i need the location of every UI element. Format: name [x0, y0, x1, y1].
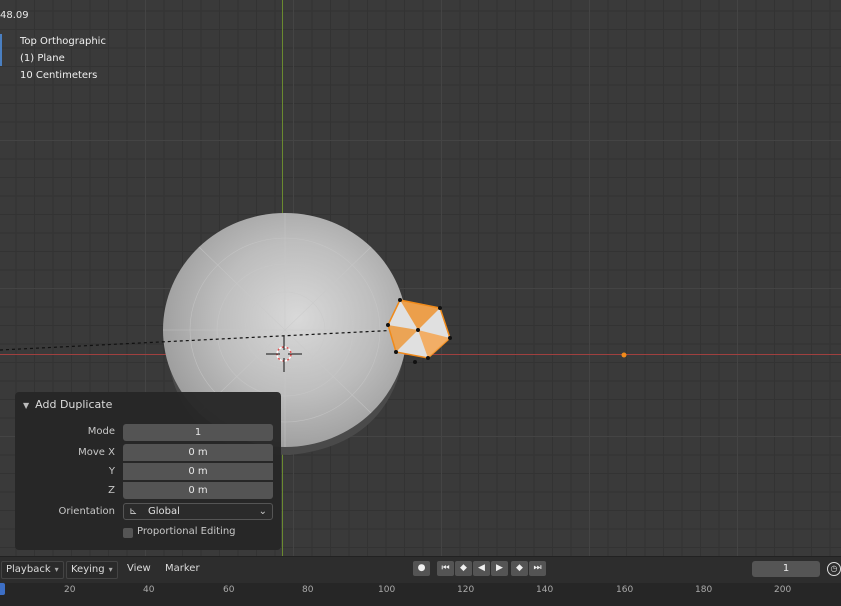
keying-menu[interactable]: Keying ▾ — [66, 561, 118, 579]
play-reverse-icon[interactable]: ◀ — [473, 561, 490, 576]
redo-last-panel: ▼ Add Duplicate Mode 1 Move X 0 m Y 0 m Z… — [15, 392, 281, 550]
object-name-label: (1) Plane — [20, 53, 65, 64]
info-accent-bar — [0, 34, 2, 66]
ruler-tick-label: 140 — [536, 585, 554, 595]
ruler-tick-label: 100 — [378, 585, 396, 595]
marker-menu[interactable]: Marker — [161, 561, 204, 577]
jump-to-start-icon[interactable]: ⏮ — [437, 561, 454, 576]
ruler-tick-label: 40 — [143, 585, 155, 595]
chevron-down-icon: ⌄ — [258, 506, 267, 517]
ruler-tick-label: 200 — [774, 585, 792, 595]
jump-to-end-icon[interactable]: ⏭ — [529, 561, 546, 576]
jump-to-next-keyframe-icon[interactable]: ◆ — [511, 561, 528, 576]
keying-menu-label: Keying — [71, 564, 105, 575]
object-origin-dot — [621, 352, 627, 358]
move-x-label: Move X — [78, 447, 115, 458]
timeline-header: Playback ▾ Keying ▾ View Marker ● ⏮ ◆ ◀ ▶ … — [0, 556, 841, 583]
play-icon[interactable]: ▶ — [491, 561, 508, 576]
jump-to-prev-keyframe-icon[interactable]: ◆ — [455, 561, 472, 576]
ruler-tick-label: 120 — [457, 585, 475, 595]
current-frame-field[interactable]: 1 — [752, 561, 820, 577]
orientation-label: Orientation — [58, 506, 115, 517]
move-x-field[interactable]: 0 m — [123, 444, 273, 461]
panel-header[interactable]: ▼ Add Duplicate — [23, 398, 112, 411]
orientation-value: Global — [148, 506, 180, 517]
mode-field[interactable]: 1 — [123, 424, 273, 441]
ruler-tick-label: 60 — [223, 585, 235, 595]
ruler-tick-label: 160 — [616, 585, 634, 595]
mode-label: Mode — [87, 426, 115, 437]
move-y-label: Y — [108, 466, 115, 477]
scale-label: 10 Centimeters — [20, 70, 98, 81]
ruler-tick-label: 180 — [695, 585, 713, 595]
proportional-editing-checkbox[interactable] — [123, 528, 133, 538]
playback-menu-label: Playback — [6, 564, 51, 575]
playback-menu[interactable]: Playback ▾ — [1, 561, 64, 579]
orientation-dropdown[interactable]: ⊾ Global ⌄ — [123, 503, 273, 520]
view-menu[interactable]: View — [123, 561, 155, 577]
3d-viewport[interactable]: 48.09 Top Orthographic (1) Plane 10 Cent… — [0, 0, 841, 556]
ruler-tick-label: 20 — [64, 585, 76, 595]
ruler-tick-label: 80 — [302, 585, 314, 595]
chevron-down-icon: ▾ — [108, 565, 113, 574]
move-y-field[interactable]: 0 m — [123, 463, 273, 480]
move-z-label: Z — [108, 485, 115, 496]
chevron-down-icon: ▾ — [54, 565, 59, 574]
panel-title-text: Add Duplicate — [35, 398, 113, 411]
collapse-triangle-icon[interactable]: ▼ — [23, 401, 29, 410]
orientation-axes-icon: ⊾ — [129, 506, 138, 517]
top-number-readout: 48.09 — [0, 10, 29, 21]
move-z-field[interactable]: 0 m — [123, 482, 273, 499]
clock-icon[interactable]: ◷ — [827, 562, 841, 576]
playhead-marker[interactable] — [0, 583, 5, 595]
timeline-ruler[interactable]: 20 40 60 80 100 120 140 160 180 200 — [0, 583, 841, 606]
view-name-label: Top Orthographic — [20, 36, 106, 47]
auto-keying-record-button[interactable]: ● — [413, 561, 430, 576]
proportional-editing-label[interactable]: Proportional Editing — [137, 526, 236, 537]
